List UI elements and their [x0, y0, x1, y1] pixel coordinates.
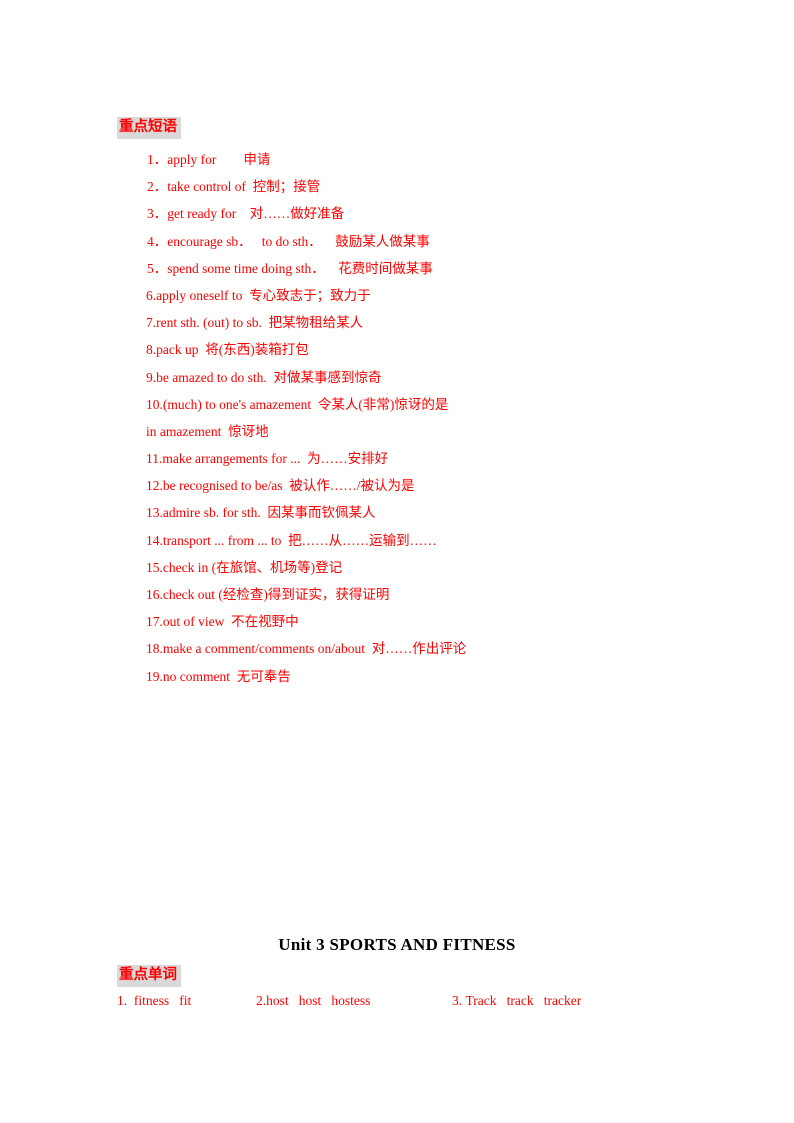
- phrase-text: 5．spend some time doing sth． 花费时间做某事: [147, 260, 433, 276]
- key-words-row: 1. fitness fit 2.host host hostess 3. Tr…: [0, 993, 794, 1013]
- phrase-text: 9.be amazed to do sth. 对做某事感到惊奇: [146, 369, 382, 385]
- list-item: 13.admire sb. for sth. 因某事而钦佩某人: [0, 499, 794, 526]
- list-item: 1．apply for 申请: [0, 146, 794, 173]
- phrase-text: 6.apply oneself to 专心致志于；致力于: [146, 287, 371, 303]
- list-item: 6.apply oneself to 专心致志于；致力于: [0, 282, 794, 309]
- phrase-text: 13.admire sb. for sth. 因某事而钦佩某人: [146, 505, 376, 521]
- phrase-text: in amazement 惊讶地: [146, 423, 269, 439]
- vocab-group-number: 3.: [452, 993, 463, 1008]
- vocab-group: 3. Track track tracker: [452, 993, 581, 1009]
- list-item: 4．encourage sb． to do sth． 鼓励某人做某事: [0, 228, 794, 255]
- phrase-text: 16.check out (经检查)得到证实，获得证明: [146, 587, 390, 602]
- list-item: 11.make arrangements for ... 为……安排好: [0, 445, 794, 472]
- vocab-group-words: Track track tracker: [465, 993, 582, 1008]
- list-item: 9.be amazed to do sth. 对做某事感到惊奇: [0, 364, 794, 391]
- phrase-text: 3．get ready for 对……做好准备: [147, 206, 345, 222]
- vocab-group-words: fitness fit: [133, 993, 192, 1008]
- list-item: 16.check out (经检查)得到证实，获得证明: [0, 581, 794, 608]
- phrase-text: 11.make arrangements for ... 为……安排好: [146, 451, 389, 467]
- vocab-group-words: host host hostess: [266, 993, 371, 1008]
- list-item: 15.check in (在旅馆、机场等)登记: [0, 554, 794, 581]
- list-item: 17.out of view 不在视野中: [0, 608, 794, 635]
- vocab-group-number: 2.: [256, 993, 267, 1008]
- phrase-text: 7.rent sth. (out) to sb. 把某物租给某人: [146, 315, 364, 331]
- list-item: 7.rent sth. (out) to sb. 把某物租给某人: [0, 309, 794, 336]
- list-item: 8.pack up 将(东西)装箱打包: [0, 336, 794, 363]
- phrase-text: 12.be recognised to be/as 被认作……/被认为是: [146, 478, 415, 494]
- section-heading-key-phrases: 重点短语: [117, 117, 181, 139]
- list-item: 5．spend some time doing sth． 花费时间做某事: [0, 255, 794, 282]
- document-page: 重点短语 1．apply for 申请 2．take control of 控制…: [0, 0, 794, 1123]
- key-phrases-list: 1．apply for 申请 2．take control of 控制；接管 3…: [0, 146, 794, 690]
- phrase-text: 14.transport ... from ... to 把……从……运输到……: [146, 532, 437, 548]
- list-item: 19.no comment 无可奉告: [0, 663, 794, 690]
- phrase-text: 10.(much) to one's amazement 令某人(非常)惊讶的是: [146, 396, 449, 412]
- phrase-text: 19.no comment 无可奉告: [146, 668, 291, 684]
- phrase-text: 17.out of view 不在视野中: [146, 614, 299, 630]
- list-item: 3．get ready for 对……做好准备: [0, 200, 794, 227]
- vocab-group-number: 1.: [117, 993, 128, 1008]
- phrase-text: 8.pack up 将(东西)装箱打包: [146, 342, 309, 358]
- section-heading-key-words: 重点单词: [117, 965, 181, 987]
- vocab-group: 1. fitness fit: [117, 993, 191, 1009]
- phrase-text: 15.check in (在旅馆、机场等)登记: [146, 559, 343, 575]
- list-item: 18.make a comment/comments on/about 对……作…: [0, 635, 794, 662]
- vocab-group: 2.host host hostess: [256, 993, 370, 1009]
- list-item: 2．take control of 控制；接管: [0, 173, 794, 200]
- page-title: Unit 3 SPORTS AND FITNESS: [278, 935, 516, 954]
- list-item: 14.transport ... from ... to 把……从……运输到……: [0, 527, 794, 554]
- phrase-text: 4．encourage sb． to do sth． 鼓励某人做某事: [147, 233, 430, 249]
- list-item: 10.(much) to one's amazement 令某人(非常)惊讶的是: [0, 391, 794, 418]
- phrase-text: 18.make a comment/comments on/about 对……作…: [146, 641, 467, 657]
- list-item: 12.be recognised to be/as 被认作……/被认为是: [0, 472, 794, 499]
- phrase-text: 2．take control of 控制；接管: [147, 179, 321, 195]
- list-item: in amazement 惊讶地: [0, 418, 794, 445]
- phrase-text: 1．apply for 申请: [147, 152, 271, 167]
